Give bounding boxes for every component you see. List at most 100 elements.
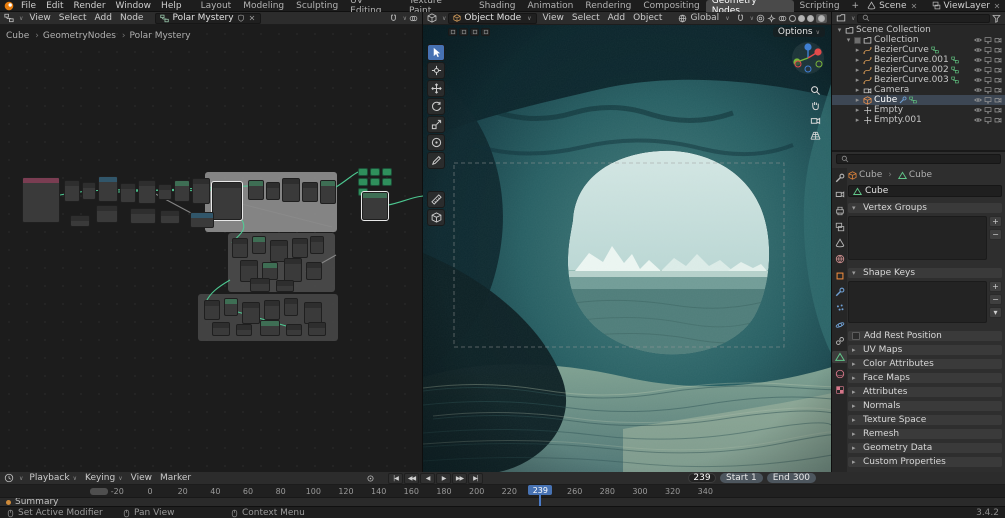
monitor-toggle-icon[interactable] (984, 46, 992, 54)
editor-type-icon[interactable] (4, 473, 14, 483)
shading-rendered-icon[interactable] (816, 13, 827, 23)
scale-tool[interactable] (427, 116, 445, 133)
editor-type-dropdown[interactable] (848, 13, 855, 23)
graph-node[interactable] (310, 236, 324, 254)
viewport-toggle-1[interactable] (448, 28, 457, 36)
prev-keyframe-button[interactable]: ◀◀ (404, 473, 419, 484)
timeline-menu-marker[interactable]: Marker (156, 473, 195, 483)
section-header-vertex-groups[interactable]: ▾ Vertex Groups (848, 203, 1002, 213)
graph-node[interactable] (382, 178, 392, 186)
outliner-row-collection[interactable]: ▾ Collection (832, 35, 1005, 45)
properties-tab-texture[interactable] (832, 384, 847, 396)
outliner-row-beziercurve-001[interactable]: ▸ BezierCurve.001 (832, 55, 1005, 65)
empty-list-box[interactable] (848, 216, 987, 260)
node-tree-selector[interactable]: Polar Mystery (155, 12, 261, 24)
properties-tab-world[interactable] (832, 253, 847, 265)
graph-node[interactable] (382, 168, 392, 176)
outliner-row-camera[interactable]: ▸ Camera (832, 85, 1005, 95)
graph-node[interactable] (370, 168, 380, 176)
monitor-toggle-icon[interactable] (984, 36, 992, 44)
editor-type-icon[interactable] (4, 13, 14, 23)
monitor-toggle-icon[interactable] (984, 106, 992, 114)
graph-node[interactable] (306, 262, 322, 280)
workspace-tab-texture-paint[interactable]: Texture Paint (403, 0, 473, 16)
workspace-tab-uv-editing[interactable]: UV Editing (344, 0, 403, 16)
play-reverse-button[interactable]: ◀ (420, 473, 435, 484)
eye-toggle-icon[interactable] (974, 76, 982, 84)
timeline-menu-view[interactable]: View (127, 473, 156, 483)
eye-toggle-icon[interactable] (974, 116, 982, 124)
workspace-tab-layout[interactable]: Layout (195, 0, 238, 12)
graph-node[interactable] (358, 178, 368, 186)
unlink-node-tree-icon[interactable] (248, 14, 256, 22)
outliner-row-beziercurve[interactable]: ▸ BezierCurve (832, 45, 1005, 55)
specials-menu-button[interactable]: ▾ (989, 307, 1002, 318)
cam-toggle-icon[interactable] (994, 116, 1002, 124)
breadcrumb-cube[interactable]: Cube (6, 31, 29, 41)
add-item-button[interactable]: + (989, 281, 1002, 292)
node-menu-node[interactable]: Node (116, 13, 148, 23)
viewport-menu-select[interactable]: Select (568, 13, 604, 23)
add-cube-tool[interactable] (427, 209, 445, 226)
eye-toggle-icon[interactable] (974, 106, 982, 114)
section-header-custom-properties[interactable]: ▸ Custom Properties (848, 457, 1002, 467)
node-graph-canvas[interactable]: CubeGeometryNodesPolar Mystery (0, 25, 423, 472)
graph-node[interactable] (252, 236, 266, 254)
zoom-icon[interactable] (810, 85, 821, 96)
eye-toggle-icon[interactable] (974, 36, 982, 44)
options-dropdown[interactable]: Options (772, 27, 825, 37)
snapping-dropdown[interactable] (400, 13, 407, 23)
scene-selector[interactable]: Scene (879, 1, 906, 11)
viewport-toggle-4[interactable] (481, 28, 490, 36)
graph-node[interactable] (158, 184, 172, 200)
graph-node[interactable] (266, 182, 280, 200)
cam-toggle-icon[interactable] (994, 36, 1002, 44)
snapping-dropdown[interactable] (747, 13, 754, 23)
disclosure-arrow[interactable]: ▾ (836, 26, 843, 34)
graph-node[interactable] (248, 180, 264, 200)
graph-node[interactable] (308, 322, 326, 336)
graph-node[interactable] (98, 176, 118, 202)
graph-node[interactable] (260, 320, 280, 336)
next-keyframe-button[interactable]: ▶▶ (452, 473, 467, 484)
unlink-scene-icon[interactable] (910, 2, 918, 10)
graph-node[interactable] (130, 208, 156, 224)
properties-tab-scene[interactable] (832, 237, 847, 249)
transform-orientation-selector[interactable]: Global (678, 13, 729, 23)
section-header-color-attributes[interactable]: ▸ Color Attributes (848, 359, 1002, 369)
graph-node[interactable] (174, 180, 190, 202)
viewport-toggle-3[interactable] (470, 28, 479, 36)
pan-icon[interactable] (810, 100, 821, 111)
monitor-toggle-icon[interactable] (984, 66, 992, 74)
disclosure-arrow[interactable]: ▸ (854, 66, 861, 74)
proportional-editing-icon[interactable] (756, 14, 765, 23)
editor-type-dropdown[interactable] (16, 13, 23, 23)
workspace-tab-sculpting[interactable]: Sculpting (290, 0, 344, 12)
section-header-shape-keys[interactable]: ▾ Shape Keys (848, 268, 1002, 278)
menu-help[interactable]: Help (156, 1, 187, 11)
start-frame-field[interactable]: Start 1 (720, 473, 763, 483)
workspace-tab-shading[interactable]: Shading (473, 0, 522, 12)
disclosure-arrow[interactable]: ▸ (854, 46, 861, 54)
graph-node[interactable] (160, 210, 180, 224)
show-overlays-icon[interactable] (778, 14, 787, 23)
graph-node[interactable] (292, 238, 308, 258)
section-header-remesh[interactable]: ▸ Remesh (848, 429, 1002, 439)
disclosure-arrow[interactable]: ▸ (854, 86, 861, 94)
section-header-geometry-data[interactable]: ▸ Geometry Data (848, 443, 1002, 453)
cam-toggle-icon[interactable] (994, 46, 1002, 54)
timeline-scroll-handle[interactable] (90, 488, 108, 495)
dopesheet-summary-row[interactable]: Summary (0, 497, 1005, 507)
graph-node[interactable] (284, 298, 298, 316)
node-menu-select[interactable]: Select (55, 13, 91, 23)
properties-tab-material[interactable] (832, 368, 847, 380)
disclosure-arrow[interactable]: ▸ (854, 96, 861, 104)
monitor-toggle-icon[interactable] (984, 76, 992, 84)
graph-node[interactable] (284, 258, 302, 282)
shading-material-icon[interactable] (807, 14, 814, 22)
workspace-tab-compositing[interactable]: Compositing (637, 0, 705, 12)
node-menu-view[interactable]: View (25, 13, 54, 23)
show-gizmo-icon[interactable] (767, 14, 776, 23)
view-layer-selector[interactable]: ViewLayer (944, 1, 990, 11)
graph-node[interactable] (211, 181, 243, 221)
